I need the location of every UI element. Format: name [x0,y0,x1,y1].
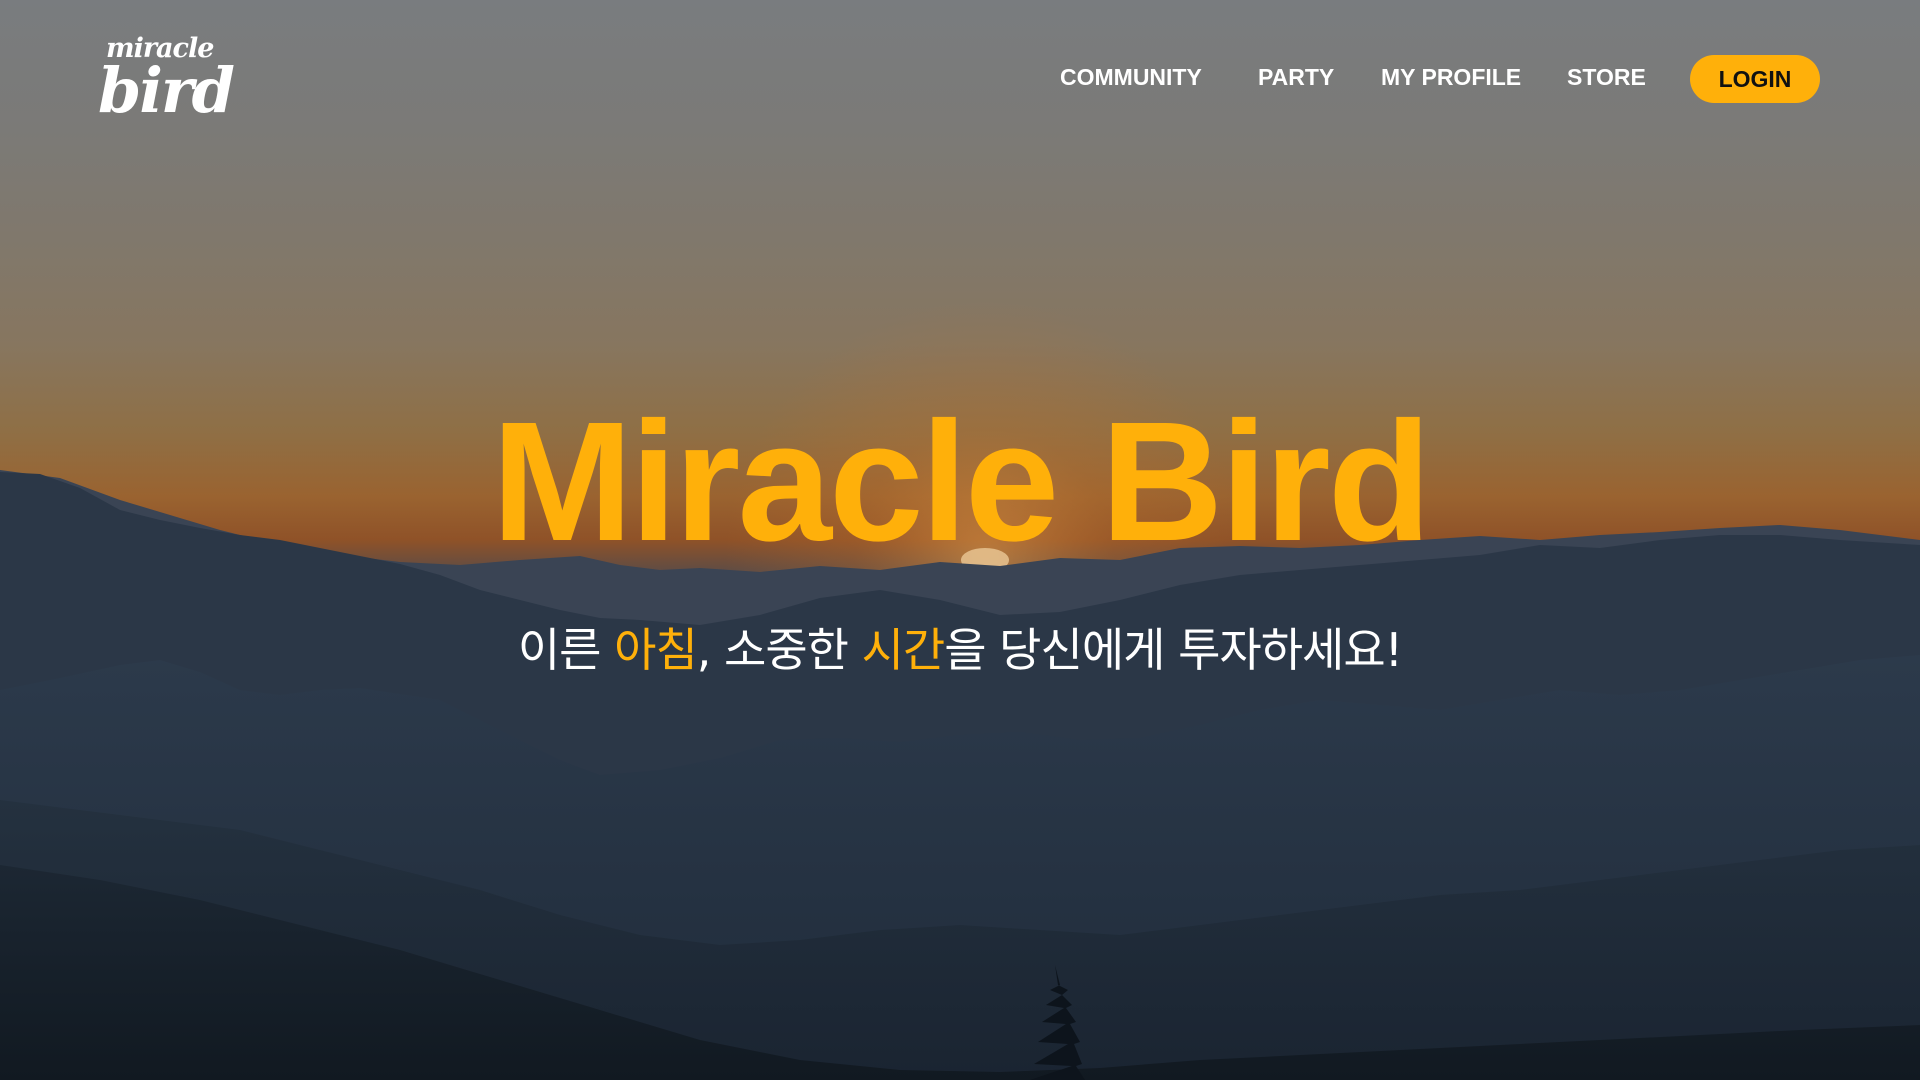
subtitle-part: , 소중한 [696,623,862,677]
nav-link-party[interactable]: PARTY [1258,64,1334,91]
nav-link-store[interactable]: STORE [1567,64,1646,91]
logo-text-bottom: bird [98,54,235,127]
hero-title: Miracle Bird [491,387,1431,577]
subtitle-highlight-time: 시간 [861,623,946,677]
hero-section: miracle bird COMMUNITY PARTY MY PROFILE … [0,0,1920,1080]
subtitle-highlight-morning: 아침 [614,623,698,677]
brand-logo[interactable]: miracle bird [98,34,235,127]
subtitle-part: 을 당신에게 투자하세요! [944,623,1403,677]
hero-subtitle: 이른 아침, 소중한 시간을 당신에게 투자하세요! [0,620,1920,680]
nav-link-community[interactable]: COMMUNITY [1060,64,1202,91]
login-button[interactable]: LOGIN [1690,55,1820,103]
subtitle-part: 이른 [517,623,615,677]
top-navigation: miracle bird COMMUNITY PARTY MY PROFILE … [0,0,1920,160]
nav-link-my-profile[interactable]: MY PROFILE [1381,64,1521,91]
